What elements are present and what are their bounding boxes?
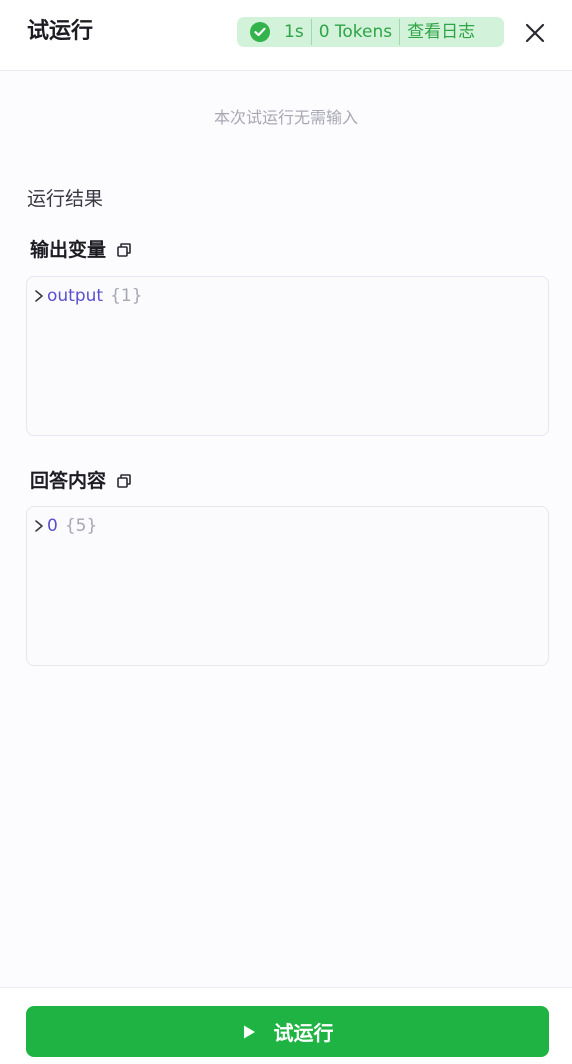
chevron-right-icon[interactable] xyxy=(33,519,45,533)
output-variables-label: 输出变量 xyxy=(30,239,107,261)
run-status-badge: 1s 0 Tokens 查看日志 xyxy=(237,17,504,47)
json-item-count: {1} xyxy=(110,286,143,306)
answer-content-heading: 回答内容 xyxy=(30,467,132,495)
test-run-label: 试运行 xyxy=(273,1021,334,1045)
success-check-icon xyxy=(250,22,270,42)
result-section-title: 运行结果 xyxy=(27,188,104,210)
json-node[interactable]: output {1} xyxy=(33,284,143,308)
json-node[interactable]: 0 {5} xyxy=(33,514,97,538)
panel-header: 试运行 1s 0 Tokens 查看日志 xyxy=(0,0,572,71)
output-variables-heading: 输出变量 xyxy=(30,236,132,264)
no-input-hint: 本次试运行无需输入 xyxy=(213,108,358,127)
answer-content-label: 回答内容 xyxy=(30,470,107,492)
token-count: 0 Tokens xyxy=(318,22,393,42)
close-icon xyxy=(525,23,545,43)
divider xyxy=(399,19,401,45)
panel-title: 试运行 xyxy=(27,19,94,44)
copy-icon[interactable] xyxy=(116,473,132,489)
output-json-viewer: output {1} xyxy=(26,276,549,436)
json-key: output xyxy=(47,286,104,306)
copy-icon[interactable] xyxy=(116,242,132,258)
json-key: 0 xyxy=(47,516,58,536)
run-duration: 1s xyxy=(284,22,304,42)
play-icon xyxy=(243,1025,255,1038)
json-item-count: {5} xyxy=(64,516,98,536)
view-log-link[interactable]: 查看日志 xyxy=(407,17,475,47)
chevron-right-icon[interactable] xyxy=(33,289,45,303)
divider xyxy=(310,19,312,45)
test-run-button[interactable]: 试运行 xyxy=(26,1006,549,1057)
close-button[interactable] xyxy=(520,18,550,48)
answer-json-viewer: 0 {5} xyxy=(26,506,549,666)
